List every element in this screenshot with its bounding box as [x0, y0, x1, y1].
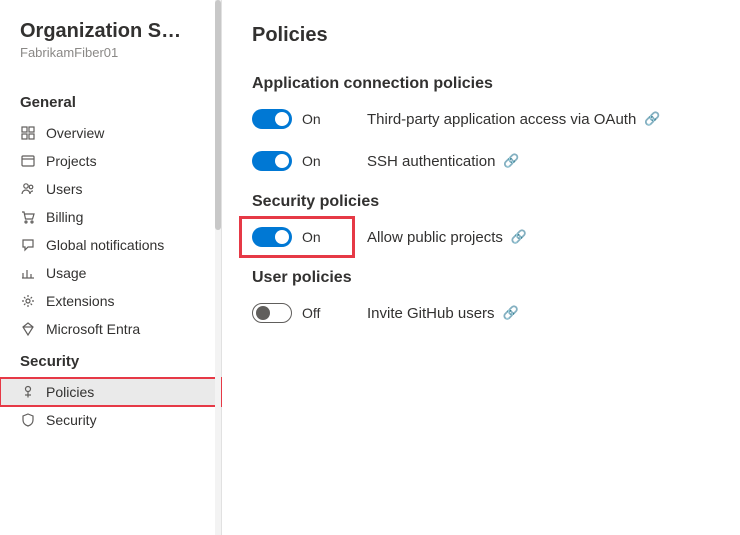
chart-icon: [20, 265, 36, 281]
toggle-invite-github[interactable]: [252, 303, 292, 323]
sidebar-item-label: Security: [46, 412, 97, 428]
policy-label-ssh: SSH authentication 🔗: [367, 153, 520, 170]
page-title: Policies: [252, 24, 720, 47]
entra-icon: [20, 321, 36, 337]
sidebar-scrollbar[interactable]: [215, 0, 221, 535]
extensions-icon: [20, 293, 36, 309]
grid-icon: [20, 125, 36, 141]
toggle-state-label: On: [302, 153, 321, 169]
toggle-knob: [275, 154, 289, 168]
toggle-ssh[interactable]: [252, 151, 292, 171]
sidebar-item-label: Microsoft Entra: [46, 321, 140, 337]
sidebar-subtitle: FabrikamFiber01: [0, 45, 221, 84]
policy-section-security: Security policies: [252, 193, 720, 211]
sidebar-item-label: Overview: [46, 125, 104, 141]
policy-row-public-projects: On Allow public projects 🔗: [252, 227, 720, 247]
sidebar-item-projects[interactable]: Projects: [0, 147, 221, 175]
sidebar-item-microsoft-entra[interactable]: Microsoft Entra: [0, 315, 221, 343]
sidebar-item-security[interactable]: Security: [0, 406, 221, 434]
main-content: Policies Application connection policies…: [222, 0, 740, 535]
users-icon: [20, 181, 36, 197]
toggle-ssh-wrap: On: [252, 151, 367, 171]
sidebar-title: Organization S…: [0, 20, 221, 45]
toggle-state-label: On: [302, 229, 321, 245]
sidebar-item-overview[interactable]: Overview: [0, 119, 221, 147]
section-header-security: Security: [0, 343, 221, 378]
sidebar-item-extensions[interactable]: Extensions: [0, 287, 221, 315]
sidebar-item-usage[interactable]: Usage: [0, 259, 221, 287]
policy-row-invite-github: Off Invite GitHub users 🔗: [252, 303, 720, 323]
toggle-knob: [256, 306, 270, 320]
policy-label-public-projects: Allow public projects 🔗: [367, 229, 527, 246]
policy-text: Third-party application access via OAuth: [367, 111, 636, 128]
toggle-oauth-wrap: On: [252, 109, 367, 129]
cart-icon: [20, 209, 36, 225]
sidebar-item-label: Policies: [46, 384, 94, 400]
folder-icon: [20, 153, 36, 169]
sidebar-item-users[interactable]: Users: [0, 175, 221, 203]
toggle-oauth[interactable]: [252, 109, 292, 129]
policy-text: SSH authentication: [367, 153, 495, 170]
sidebar: Organization S… FabrikamFiber01 General …: [0, 0, 222, 535]
sidebar-item-label: Usage: [46, 265, 86, 281]
sidebar-item-label: Extensions: [46, 293, 114, 309]
toggle-public-projects-wrap: On: [242, 219, 352, 255]
policy-text: Allow public projects: [367, 229, 503, 246]
link-icon[interactable]: 🔗: [511, 229, 527, 245]
toggle-knob: [275, 230, 289, 244]
policy-section-app-connection: Application connection policies: [252, 75, 720, 93]
scrollbar-thumb[interactable]: [215, 0, 221, 230]
toggle-public-projects[interactable]: [252, 227, 292, 247]
policy-section-user: User policies: [252, 269, 720, 287]
policy-row-ssh: On SSH authentication 🔗: [252, 151, 720, 171]
sidebar-item-global-notifications[interactable]: Global notifications: [0, 231, 221, 259]
chat-icon: [20, 237, 36, 253]
sidebar-item-label: Billing: [46, 209, 83, 225]
policy-label-invite-github: Invite GitHub users 🔗: [367, 305, 519, 322]
sidebar-item-label: Global notifications: [46, 237, 164, 253]
toggle-knob: [275, 112, 289, 126]
shield-icon: [20, 412, 36, 428]
policy-label-oauth: Third-party application access via OAuth…: [367, 111, 660, 128]
toggle-invite-github-wrap: Off: [252, 303, 367, 323]
policy-icon: [20, 384, 36, 400]
link-icon[interactable]: 🔗: [644, 111, 660, 127]
link-icon[interactable]: 🔗: [503, 305, 519, 321]
link-icon[interactable]: 🔗: [503, 153, 519, 169]
sidebar-item-label: Projects: [46, 153, 97, 169]
policy-row-oauth: On Third-party application access via OA…: [252, 109, 720, 129]
sidebar-item-label: Users: [46, 181, 83, 197]
section-header-general: General: [0, 84, 221, 119]
sidebar-item-billing[interactable]: Billing: [0, 203, 221, 231]
toggle-state-label: On: [302, 111, 321, 127]
sidebar-item-policies[interactable]: Policies: [0, 378, 221, 406]
toggle-state-label: Off: [302, 305, 320, 321]
policy-text: Invite GitHub users: [367, 305, 495, 322]
